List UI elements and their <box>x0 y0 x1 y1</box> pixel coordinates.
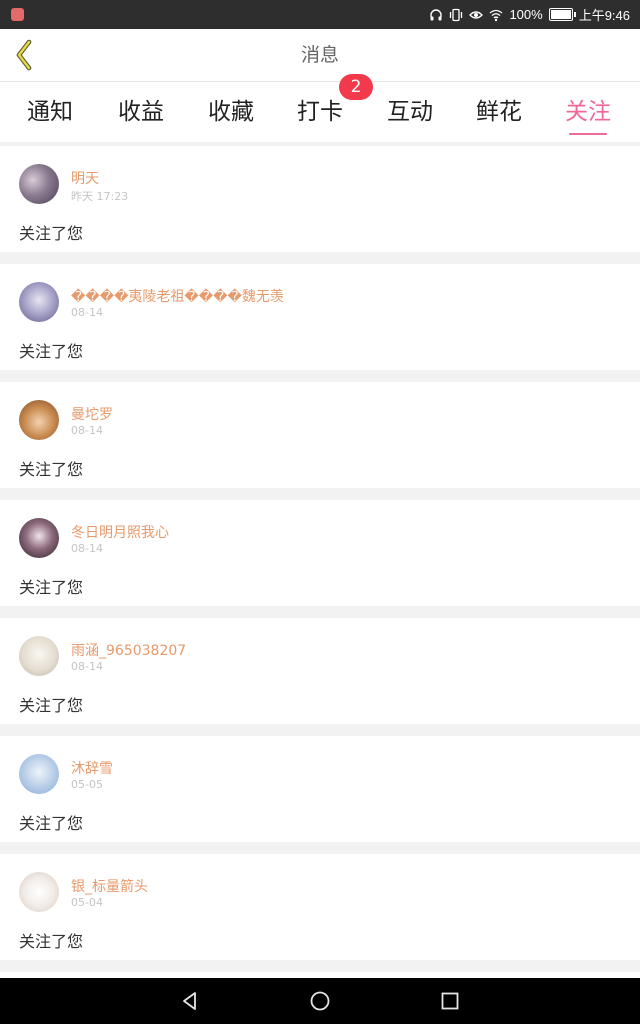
vibrate-icon <box>449 8 463 22</box>
list-item[interactable]: 明天 昨天 17:23 关注了您 <box>0 146 640 252</box>
tab-follow[interactable]: 关注 <box>548 92 628 135</box>
square-recents-icon <box>441 992 459 1010</box>
user-name[interactable]: ����夷陵老祖����魏无羡 <box>71 286 284 306</box>
avatar[interactable] <box>19 518 59 558</box>
message-time: 08-14 <box>71 424 103 437</box>
message-time: 05-04 <box>71 896 103 909</box>
triangle-back-icon <box>183 992 196 1010</box>
nav-home-button[interactable] <box>308 989 332 1013</box>
list-item[interactable]: 沐辞雪 05-05 关注了您 <box>0 736 640 842</box>
message-text: 关注了您 <box>19 578 84 597</box>
nav-recents-button[interactable] <box>438 989 462 1013</box>
message-time: 昨天 17:23 <box>71 190 129 203</box>
message-time: 08-14 <box>71 542 103 555</box>
avatar[interactable] <box>19 636 59 676</box>
list-item[interactable]: 银_标量箭头 05-04 关注了您 <box>0 854 640 960</box>
status-right-group: 100% 上午9:46 <box>429 0 630 29</box>
message-text: 关注了您 <box>19 224 84 243</box>
avatar[interactable] <box>19 754 59 794</box>
back-button[interactable] <box>8 37 40 73</box>
user-name[interactable]: 冬日明月照我心 <box>71 522 169 542</box>
nav-back-button[interactable] <box>178 989 202 1013</box>
battery-percent: 100% <box>509 7 543 22</box>
status-bar: 100% 上午9:46 <box>0 0 640 29</box>
circle-home-icon <box>310 991 330 1011</box>
header: 消息 <box>0 29 640 82</box>
tab-flowers[interactable]: 鲜花 <box>459 92 539 132</box>
eye-icon <box>469 8 484 22</box>
message-text: 关注了您 <box>19 814 84 833</box>
message-text: 关注了您 <box>19 342 84 361</box>
avatar[interactable] <box>19 872 59 912</box>
tab-notifications[interactable]: 通知 <box>10 92 90 132</box>
avatar[interactable] <box>19 282 59 322</box>
chevron-left-icon <box>16 39 32 71</box>
app-notification-icon <box>11 8 24 21</box>
message-text: 关注了您 <box>19 460 84 479</box>
user-name[interactable]: 雨涵_965038207 <box>71 640 186 660</box>
message-time: 08-14 <box>71 660 103 673</box>
checkin-badge: 2 <box>339 74 373 100</box>
headphones-icon <box>429 8 443 22</box>
avatar[interactable] <box>19 400 59 440</box>
user-name[interactable]: 曼坨罗 <box>71 404 113 424</box>
page-title: 消息 <box>300 44 339 66</box>
list-item[interactable]: 雨涵_965038207 08-14 关注了您 <box>0 618 640 724</box>
active-tab-indicator <box>569 133 607 135</box>
message-text: 关注了您 <box>19 932 84 951</box>
list-item[interactable]: 曼坨罗 08-14 关注了您 <box>0 382 640 488</box>
user-name[interactable]: 沐辞雪 <box>71 758 113 778</box>
list-item[interactable]: 冬日明月照我心 08-14 关注了您 <box>0 500 640 606</box>
system-nav-bar <box>0 978 640 1024</box>
message-text: 关注了您 <box>19 696 84 715</box>
message-time: 08-14 <box>71 306 103 319</box>
user-name[interactable]: 明天 <box>71 168 99 188</box>
message-time: 05-05 <box>71 778 103 791</box>
tab-follow-label: 关注 <box>565 99 611 125</box>
clock: 上午9:46 <box>578 8 630 23</box>
user-name[interactable]: 银_标量箭头 <box>71 876 148 896</box>
tab-bar: 通知 收益 收藏 打卡 互动 鲜花 关注 <box>0 82 640 142</box>
tab-interaction[interactable]: 互动 <box>370 92 450 132</box>
battery-icon <box>548 8 576 21</box>
tab-favorites[interactable]: 收藏 <box>191 92 271 132</box>
wifi-icon <box>489 8 503 22</box>
list-item[interactable]: ����夷陵老祖����魏无羡 08-14 关注了您 <box>0 264 640 370</box>
tab-earnings[interactable]: 收益 <box>101 92 181 132</box>
avatar[interactable] <box>19 164 59 204</box>
